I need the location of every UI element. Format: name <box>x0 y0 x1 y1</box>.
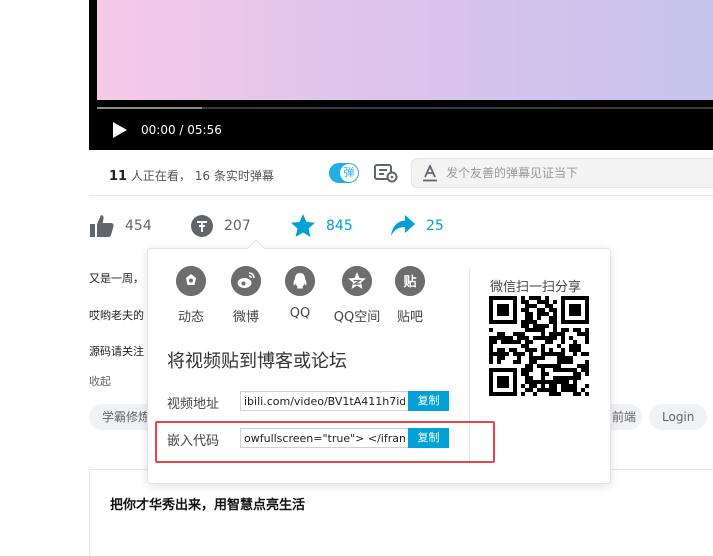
wechat-qr-code <box>489 296 589 396</box>
share-to-qq[interactable]: QQ <box>275 266 325 321</box>
copy-url-button[interactable]: 复制 <box>408 391 449 411</box>
share-to-tieba[interactable]: 贴 贴吧 <box>385 266 435 325</box>
collapse-link[interactable]: 收起 <box>89 373 111 389</box>
share-label-weibo: 微博 <box>232 310 259 325</box>
share-label-qzone: QQ空间 <box>333 310 381 325</box>
coin-button[interactable]: 207 <box>190 212 251 240</box>
danmaku-count: 16 条实时弹幕 <box>194 169 274 183</box>
share-count: 25 <box>426 218 444 234</box>
danmaku-input-box <box>411 158 713 188</box>
star-icon <box>291 214 315 237</box>
favorite-count: 845 <box>326 218 353 234</box>
share-label-qq: QQ <box>289 306 311 321</box>
viewers-suffix: 人正在看， <box>130 169 191 183</box>
embed-code-highlight <box>155 421 495 463</box>
playback-time: 00:00 / 05:56 <box>141 123 222 137</box>
danmaku-toggle[interactable]: 弹 <box>329 163 359 183</box>
like-button[interactable]: 454 <box>89 212 152 240</box>
embed-section-title: 将视频贴到博客或论坛 <box>167 351 347 372</box>
share-label-tieba: 贴吧 <box>396 310 423 325</box>
thumbs-up-icon <box>90 215 114 237</box>
description-line-3: 源码请关注 <box>89 345 144 358</box>
share-label-dynamic: 动态 <box>177 310 204 325</box>
progress-bar[interactable] <box>97 107 713 109</box>
share-to-qzone[interactable]: QQ空间 <box>329 266 385 325</box>
favorite-button[interactable]: 845 <box>290 212 353 240</box>
share-to-weibo[interactable]: 微博 <box>221 266 271 325</box>
share-to-dynamic[interactable]: 动态 <box>166 266 216 325</box>
coin-icon <box>191 215 213 237</box>
video-url-field[interactable] <box>240 391 408 411</box>
tag-item-login[interactable]: Login <box>649 404 708 430</box>
danmaku-toggle-label: 弹 <box>340 164 358 182</box>
text-style-icon[interactable] <box>422 165 438 182</box>
description-line-2: 哎哟老夫的 <box>89 309 144 322</box>
progress-fill <box>97 107 202 109</box>
wechat-qr-caption: 微信扫一扫分享 <box>490 280 582 295</box>
qq-icon <box>285 266 315 296</box>
svg-text:贴: 贴 <box>403 274 416 290</box>
weibo-icon <box>231 266 261 296</box>
description-line-1: 又是一周， <box>89 272 144 285</box>
share-button[interactable]: 25 <box>390 212 444 240</box>
coin-count: 207 <box>224 218 251 234</box>
comment-prompt: 把你才华秀出来，用智慧点亮生活 <box>110 498 306 513</box>
viewers-count: 11 <box>109 169 128 184</box>
qzone-icon <box>342 266 372 296</box>
like-count: 454 <box>125 218 152 234</box>
play-icon[interactable] <box>112 121 128 139</box>
danmaku-settings-icon[interactable] <box>374 163 398 183</box>
danmaku-input[interactable] <box>446 159 706 187</box>
viewer-stats: 11 人正在看， 16 条实时弹幕 <box>109 167 274 184</box>
video-url-label: 视频地址 <box>167 397 220 412</box>
tieba-icon: 贴 <box>395 266 425 296</box>
dynamic-icon <box>176 266 206 296</box>
share-arrow-icon <box>391 215 415 236</box>
video-frame[interactable] <box>97 0 713 100</box>
